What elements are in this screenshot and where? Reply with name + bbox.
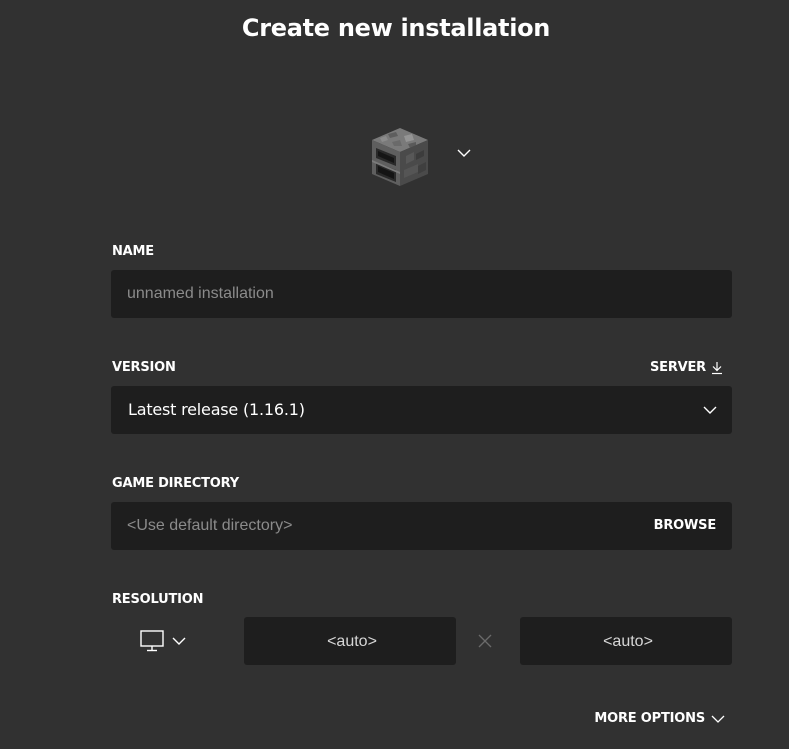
browse-button[interactable]: BROWSE — [654, 518, 717, 533]
resolution-height-input[interactable] — [520, 617, 736, 667]
more-options-label: MORE OPTIONS — [594, 711, 705, 726]
create-installation-dialog: Create new installation NAME unnamed ins… — [0, 0, 792, 749]
chevron-down-icon — [703, 406, 717, 414]
version-label: VERSION — [112, 360, 176, 375]
more-options-button[interactable]: MORE OPTIONS — [594, 711, 725, 726]
version-selected-value: Latest release (1.16.1) — [128, 400, 305, 419]
download-icon — [712, 361, 722, 374]
server-download-link[interactable]: SERVER — [650, 360, 723, 375]
multiply-icon — [478, 634, 492, 648]
installation-icon-picker[interactable] — [368, 124, 480, 188]
game-directory-label: GAME DIRECTORY — [112, 476, 239, 491]
game-directory-input[interactable] — [111, 502, 732, 550]
chevron-down-icon — [172, 637, 186, 645]
resolution-width-input[interactable] — [244, 617, 460, 667]
resolution-width-field[interactable] — [244, 617, 460, 667]
name-label: NAME — [112, 244, 154, 259]
resolution-label: RESOLUTION — [112, 592, 204, 607]
chevron-down-icon — [457, 149, 471, 157]
chevron-down-icon — [711, 715, 725, 723]
resolution-preset-dropdown[interactable] — [140, 626, 206, 656]
server-link-label: SERVER — [649, 360, 706, 375]
dialog-title: Create new installation — [241, 14, 551, 42]
name-input[interactable] — [111, 270, 732, 318]
name-field[interactable] — [111, 270, 732, 318]
game-directory-field: BROWSE — [111, 502, 732, 550]
monitor-icon — [140, 630, 164, 652]
version-select[interactable]: Latest release (1.16.1) — [111, 386, 732, 434]
resolution-height-field[interactable] — [520, 617, 736, 667]
furnace-icon — [372, 128, 428, 186]
